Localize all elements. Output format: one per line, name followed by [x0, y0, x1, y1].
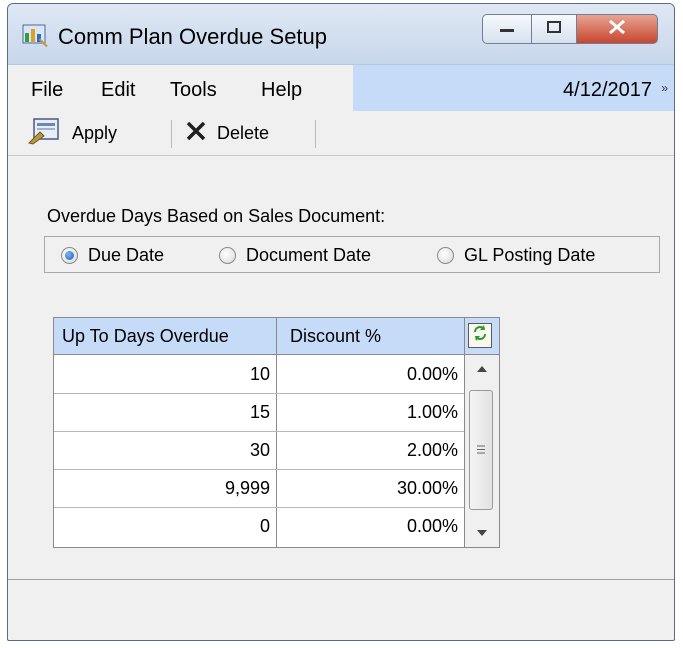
scroll-down-arrow-icon [476, 524, 488, 542]
minimize-icon [499, 20, 515, 38]
apply-icon [28, 117, 62, 150]
radio-due-date[interactable]: Due Date [61, 245, 164, 266]
footer-divider [8, 579, 674, 580]
minimize-button[interactable] [482, 14, 532, 44]
maximize-button[interactable] [531, 14, 577, 44]
overdue-radio-group: Due Date Document Date GL Posting Date [44, 236, 660, 273]
delete-button[interactable]: Delete [185, 112, 269, 155]
vertical-scrollbar[interactable] [465, 355, 499, 547]
user-date[interactable]: 4/12/2017 [563, 79, 652, 102]
days-cell[interactable]: 15 [54, 393, 276, 431]
radio-document-date[interactable]: Document Date [219, 245, 371, 266]
radio-unselected-icon [437, 247, 454, 264]
discount-cell[interactable]: 0.00% [276, 355, 464, 393]
radio-selected-icon [61, 247, 78, 264]
table-row[interactable]: 30 2.00% [54, 431, 464, 470]
radio-document-date-label: Document Date [246, 245, 372, 265]
refresh-icon [472, 324, 488, 347]
radio-gl-posting-date[interactable]: GL Posting Date [437, 245, 595, 266]
radio-unselected-icon [219, 247, 236, 264]
app-icon [22, 22, 50, 48]
delete-label: Delete [217, 123, 270, 143]
toolbar: Apply Delete [8, 112, 674, 156]
maximize-icon [547, 20, 561, 38]
days-cell[interactable]: 10 [54, 355, 276, 393]
discount-cell[interactable]: 0.00% [276, 507, 464, 545]
table-row[interactable]: 0 0.00% [54, 507, 464, 545]
comm-plan-overdue-setup-window: Comm Plan Overdue Setup File Edit Tools … [7, 3, 675, 641]
apply-label: Apply [72, 123, 118, 143]
scroll-up-arrow-icon [476, 360, 488, 378]
table-row[interactable]: 15 1.00% [54, 393, 464, 432]
scroll-down-button[interactable] [465, 521, 499, 545]
column-header-days[interactable]: Up To Days Overdue [54, 318, 276, 354]
close-icon [608, 19, 626, 40]
refresh-button[interactable] [468, 323, 492, 348]
discount-cell[interactable]: 30.00% [276, 469, 464, 507]
days-cell[interactable]: 9,999 [54, 469, 276, 507]
scroll-up-button[interactable] [465, 357, 499, 381]
delete-x-icon [185, 120, 207, 147]
toolbar-separator [315, 120, 316, 148]
days-cell[interactable]: 0 [54, 507, 276, 545]
window-title: Comm Plan Overdue Setup [58, 24, 328, 49]
overflow-chevron-icon[interactable]: » [661, 81, 668, 95]
scroll-thumb[interactable] [469, 390, 493, 510]
discount-cell[interactable]: 2.00% [276, 431, 464, 469]
close-button[interactable] [576, 14, 658, 44]
menu-edit[interactable]: Edit [101, 79, 135, 102]
overdue-discount-grid: Up To Days Overdue Discount % 10 0.00% 1… [53, 317, 500, 548]
menu-tools[interactable]: Tools [170, 79, 217, 102]
discount-cell[interactable]: 1.00% [276, 393, 464, 431]
column-header-discount[interactable]: Discount % [276, 318, 464, 354]
days-cell[interactable]: 30 [54, 431, 276, 469]
radio-gl-posting-date-label: GL Posting Date [464, 245, 596, 265]
grip-icon [476, 441, 486, 459]
table-row[interactable]: 9,999 30.00% [54, 469, 464, 508]
radio-due-date-label: Due Date [88, 245, 165, 265]
table-row[interactable]: 10 0.00% [54, 355, 464, 394]
apply-button[interactable]: Apply [28, 112, 117, 155]
menu-help[interactable]: Help [261, 79, 302, 102]
overdue-group-label: Overdue Days Based on Sales Document: [47, 206, 386, 226]
toolbar-separator [171, 120, 172, 148]
menu-file[interactable]: File [31, 79, 63, 102]
title-bar: Comm Plan Overdue Setup [8, 4, 674, 65]
date-area: 4/12/2017 » [353, 65, 674, 111]
